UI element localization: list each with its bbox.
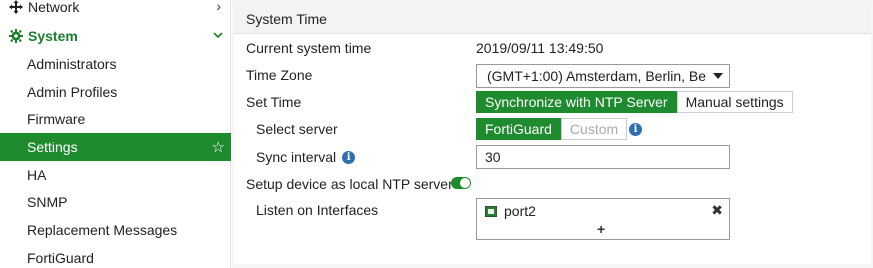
add-interface-button[interactable]: + [597, 221, 605, 237]
interface-entry: port2 [485, 203, 536, 219]
current-time-label: Current system time [246, 40, 372, 56]
interface-name: port2 [504, 203, 536, 219]
custom-option[interactable]: Custom [560, 118, 628, 140]
sidebar-item-snmp[interactable]: SNMP [0, 188, 231, 216]
sidebar-item-label: Replacement Messages [27, 221, 178, 238]
chevron-down-icon [213, 28, 223, 42]
sidebar-item-label: Admin Profiles [27, 83, 118, 100]
sidebar-item-admin-profiles[interactable]: Admin Profiles [0, 78, 231, 106]
sync-interval-input[interactable]: 30 [476, 145, 730, 169]
sidebar-item-system[interactable]: System [0, 22, 231, 50]
fortiguard-option[interactable]: FortiGuard [476, 118, 561, 140]
sidebar-item-fortiguard[interactable]: FortiGuard [0, 244, 231, 268]
info-icon[interactable]: i [342, 150, 356, 164]
sync-interval-value: 30 [485, 149, 501, 165]
sidebar-item-label: Administrators [27, 55, 117, 72]
sidebar-item-replacement-messages[interactable]: Replacement Messages [0, 216, 231, 244]
sync-ntp-option[interactable]: Synchronize with NTP Server [476, 91, 677, 113]
sidebar-item-firmware[interactable]: Firmware [0, 105, 231, 133]
panel-title: System Time [234, 4, 871, 34]
caret-down-icon [713, 73, 723, 79]
current-time-value: 2019/09/11 13:49:50 [476, 40, 604, 56]
gear-icon [8, 28, 24, 44]
sidebar: Network › System Administrators Admin Pr… [0, 0, 231, 268]
sidebar-item-label: FortiGuard [27, 249, 94, 266]
listen-interfaces-label: Listen on Interfaces [256, 202, 379, 218]
sidebar-item-administrators[interactable]: Administrators [0, 50, 231, 78]
system-time-panel: System Time Current system time 2019/09/… [234, 4, 871, 264]
ntp-server-toggle[interactable] [451, 177, 471, 189]
select-server-label: Select server [256, 121, 338, 137]
sidebar-item-label: Network [28, 0, 80, 15]
sidebar-item-label: Firmware [27, 111, 86, 128]
sync-interval-row: Sync interval i [256, 149, 356, 165]
chevron-right-icon: › [216, 0, 221, 14]
manual-settings-option[interactable]: Manual settings [676, 91, 793, 113]
info-icon[interactable]: i [629, 123, 642, 136]
timezone-select-value: (GMT+1:00) Amsterdam, Berlin, Be [487, 68, 707, 84]
move-arrows-icon [8, 0, 24, 15]
set-time-toggle: Synchronize with NTP Server Manual setti… [476, 91, 793, 113]
interfaces-field[interactable]: port2 ✖ + [476, 198, 730, 240]
remove-icon[interactable]: ✖ [711, 202, 723, 219]
main-content: System Time Current system time 2019/09/… [232, 0, 873, 268]
port-icon [485, 205, 497, 217]
star-icon[interactable]: ☆ [212, 138, 225, 156]
sidebar-item-label: System [28, 28, 78, 44]
sidebar-item-label: Settings [27, 138, 78, 155]
sidebar-item-settings[interactable]: Settings ☆ [0, 133, 231, 161]
sidebar-item-label: HA [27, 166, 47, 183]
sidebar-item-label: SNMP [27, 194, 68, 211]
sidebar-item-ha[interactable]: HA [0, 161, 231, 189]
timezone-label: Time Zone [246, 67, 313, 83]
set-time-label: Set Time [246, 94, 302, 110]
ntp-server-label: Setup device as local NTP server [246, 176, 453, 192]
sidebar-item-network[interactable]: Network › [0, 0, 231, 18]
system-submenu: Administrators Admin Profiles Firmware S… [0, 50, 231, 268]
server-toggle: FortiGuard Custom [476, 118, 628, 140]
sync-interval-label: Sync interval [256, 149, 337, 165]
toggle-knob [460, 178, 470, 188]
timezone-select[interactable]: (GMT+1:00) Amsterdam, Berlin, Be [476, 64, 730, 88]
